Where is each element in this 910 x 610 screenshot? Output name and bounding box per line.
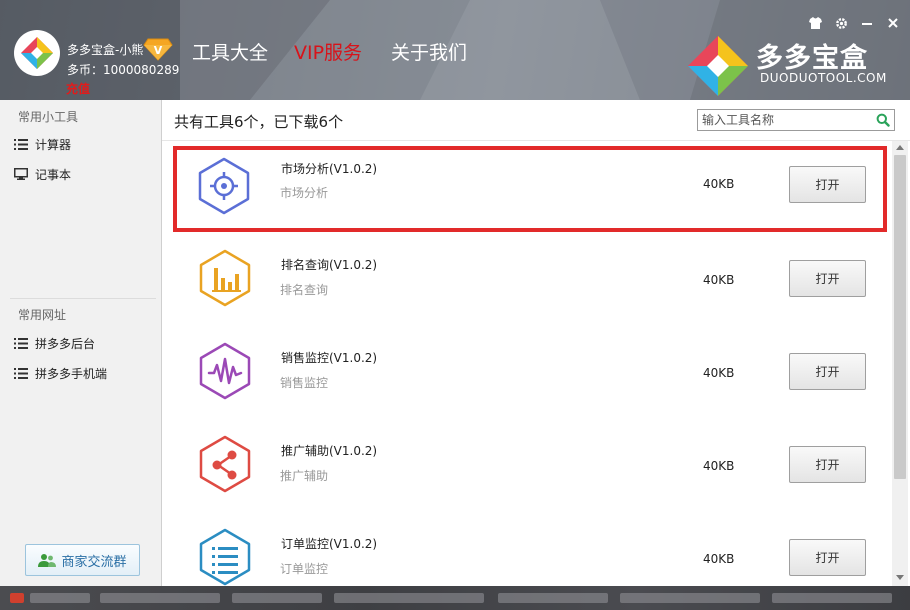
tool-desc: 排名查询 bbox=[280, 283, 329, 297]
taskbar-blur bbox=[334, 593, 484, 603]
tool-size: 40KB bbox=[703, 273, 735, 287]
list-icon bbox=[14, 337, 28, 349]
scroll-thumb[interactable] bbox=[894, 155, 906, 479]
order-list-icon bbox=[199, 528, 251, 586]
sidebar-item-pdd-mobile[interactable]: 拼多多手机端 bbox=[14, 363, 107, 383]
open-button-sales-monitor[interactable]: 打开 bbox=[789, 353, 866, 390]
target-icon bbox=[198, 157, 250, 215]
tool-size: 40KB bbox=[703, 459, 735, 473]
user-name: 多多宝盒-小熊 bbox=[67, 43, 143, 57]
brand-logo-icon bbox=[686, 34, 750, 100]
sidebar: 常用小工具 计算器 记事本 常用网址 拼多多后台 拼多多手机端 商家交流群 bbox=[0, 100, 162, 586]
tool-size: 40KB bbox=[703, 366, 735, 380]
tool-row-promotion-assist: 推广辅助(V1.0.2) 推广辅助 40KB 打开 bbox=[184, 432, 884, 510]
open-button-order-monitor[interactable]: 打开 bbox=[789, 539, 866, 576]
tool-name: 订单监控(V1.0.2) bbox=[281, 537, 378, 551]
sidebar-item-calculator[interactable]: 计算器 bbox=[14, 134, 71, 154]
search-icon[interactable] bbox=[876, 113, 890, 127]
sidebar-item-label: 记事本 bbox=[35, 167, 72, 182]
tool-summary: 共有工具6个，已下载6个 bbox=[174, 113, 344, 131]
main-panel: 共有工具6个，已下载6个 市场分析(V1.0.2) 市场分析 40KB 打开 bbox=[162, 100, 910, 586]
users-icon bbox=[38, 554, 57, 567]
merchant-group-button[interactable]: 商家交流群 bbox=[25, 544, 140, 576]
list-icon bbox=[14, 138, 28, 150]
taskbar-blur bbox=[498, 593, 608, 603]
share-icon bbox=[199, 435, 251, 493]
minimize-icon[interactable] bbox=[860, 16, 874, 30]
sidebar-divider bbox=[10, 298, 156, 299]
merchant-group-label: 商家交流群 bbox=[61, 554, 127, 570]
tool-row-order-monitor: 订单监控(V1.0.2) 订单监控 40KB 打开 bbox=[184, 525, 884, 586]
duoduo-logo-icon bbox=[21, 37, 53, 69]
close-icon[interactable] bbox=[886, 16, 900, 30]
tool-size: 40KB bbox=[703, 177, 735, 191]
sidebar-section-links-title: 常用网址 bbox=[18, 308, 67, 322]
tool-desc: 推广辅助 bbox=[280, 469, 329, 483]
tool-name: 排名查询(V1.0.2) bbox=[281, 258, 378, 272]
brand-name: 多多宝盒 bbox=[756, 43, 868, 74]
svg-text:V: V bbox=[154, 44, 163, 57]
taskbar-strip bbox=[0, 586, 910, 610]
tool-desc: 市场分析 bbox=[280, 186, 329, 200]
taskbar-blur bbox=[100, 593, 220, 603]
tool-size: 40KB bbox=[703, 552, 735, 566]
avatar[interactable] bbox=[14, 30, 60, 76]
open-button-rank-query[interactable]: 打开 bbox=[789, 260, 866, 297]
sidebar-item-label: 拼多多手机端 bbox=[35, 366, 108, 381]
scrollbar[interactable] bbox=[892, 141, 908, 586]
open-button-market-analysis[interactable]: 打开 bbox=[789, 166, 866, 203]
scroll-up-arrow-icon[interactable] bbox=[896, 145, 904, 150]
tool-name: 推广辅助(V1.0.2) bbox=[281, 444, 378, 458]
tool-row-market-analysis: 市场分析(V1.0.2) 市场分析 40KB 打开 bbox=[173, 146, 887, 232]
recharge-link[interactable]: 充值 bbox=[66, 80, 90, 97]
window-controls bbox=[808, 16, 900, 30]
open-button-promotion-assist[interactable]: 打开 bbox=[789, 446, 866, 483]
taskbar-blur bbox=[232, 593, 322, 603]
tool-row-sales-monitor: 销售监控(V1.0.2) 销售监控 40KB 打开 bbox=[184, 339, 884, 417]
tool-row-rank-query: 排名查询(V1.0.2) 排名查询 40KB 打开 bbox=[184, 246, 884, 324]
search-input[interactable] bbox=[698, 110, 868, 130]
sidebar-item-pdd-backend[interactable]: 拼多多后台 bbox=[14, 333, 95, 353]
coin-balance: 多币：1000080289 bbox=[67, 63, 180, 77]
tab-about-us[interactable]: 关于我们 bbox=[391, 38, 467, 65]
taskbar-app-icon bbox=[10, 593, 24, 603]
search-box bbox=[697, 109, 895, 131]
taskbar-blur bbox=[620, 593, 760, 603]
taskbar-blur bbox=[30, 593, 90, 603]
header-divider bbox=[162, 140, 910, 141]
shirt-icon[interactable] bbox=[808, 16, 822, 30]
taskbar-blur bbox=[772, 593, 892, 603]
waveform-icon bbox=[199, 342, 251, 400]
bar-chart-icon bbox=[199, 249, 251, 307]
sidebar-item-label: 拼多多后台 bbox=[35, 336, 96, 351]
scroll-down-arrow-icon[interactable] bbox=[896, 575, 904, 580]
sidebar-item-label: 计算器 bbox=[35, 137, 72, 152]
sidebar-item-notepad[interactable]: 记事本 bbox=[14, 164, 71, 184]
list-icon bbox=[14, 367, 28, 379]
tool-desc: 订单监控 bbox=[280, 562, 329, 576]
title-bar: 多多宝盒-小熊 V 多币：1000080289 充值 工具大全 VIP服务 关于… bbox=[0, 0, 910, 100]
tab-tools[interactable]: 工具大全 bbox=[192, 38, 268, 65]
gear-icon[interactable] bbox=[834, 16, 848, 30]
tool-name: 市场分析(V1.0.2) bbox=[281, 162, 378, 176]
sidebar-section-tools-title: 常用小工具 bbox=[18, 110, 79, 124]
brand-url: DUODUOTOOL.COM bbox=[760, 71, 887, 85]
tool-desc: 销售监控 bbox=[280, 376, 329, 390]
tab-vip-service[interactable]: VIP服务 bbox=[294, 38, 362, 65]
tool-name: 销售监控(V1.0.2) bbox=[281, 351, 378, 365]
monitor-icon bbox=[14, 168, 28, 180]
